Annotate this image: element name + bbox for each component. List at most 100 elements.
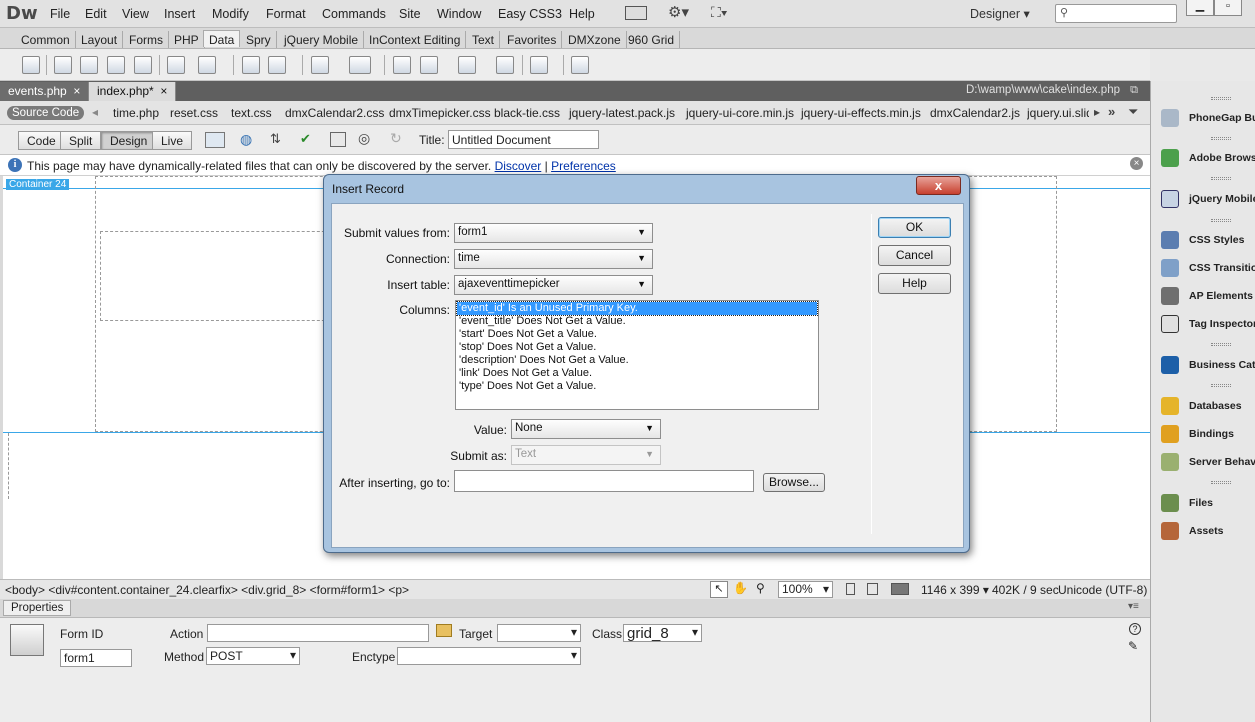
gear-icon[interactable]: ⚙▾ — [668, 3, 689, 21]
related-file[interactable]: time.php — [113, 106, 159, 120]
scroll-left-icon[interactable]: ◂ — [92, 105, 98, 119]
delete-icon[interactable] — [496, 56, 514, 74]
method-select[interactable]: POST — [206, 647, 300, 665]
panel-business-catalyst[interactable]: Business Cataly — [1151, 351, 1255, 379]
phone-size-icon[interactable] — [846, 583, 855, 595]
columns-list[interactable]: 'event_id' Is an Unused Primary Key. 'ev… — [455, 300, 819, 410]
panel-ap-elements[interactable]: AP Elements — [1151, 282, 1255, 310]
master-detail-icon[interactable] — [242, 56, 260, 74]
recordset-paging-icon[interactable] — [167, 56, 185, 74]
panel-css-styles[interactable]: CSS Styles — [1151, 226, 1255, 254]
restore-icon[interactable]: ⧉ — [1130, 84, 1138, 97]
tab-php[interactable]: PHP — [169, 31, 205, 48]
zoom-tool-icon[interactable]: ⚲ — [756, 581, 765, 595]
show-region-icon[interactable] — [134, 56, 152, 74]
preferences-link[interactable]: Preferences — [551, 159, 616, 173]
menu-file[interactable]: File — [50, 7, 70, 21]
class-select[interactable]: grid_8 — [623, 624, 702, 642]
panel-menu-icon[interactable]: ▾≡ — [1128, 601, 1139, 612]
code-view-button[interactable]: Code — [18, 131, 65, 150]
stored-procedure-icon[interactable] — [54, 56, 72, 74]
layout-icon[interactable] — [625, 6, 647, 20]
dynamic-data-icon[interactable] — [80, 56, 98, 74]
panel-databases[interactable]: Databases — [1151, 392, 1255, 420]
related-file[interactable]: jquery-ui-effects.min.js — [801, 106, 921, 120]
more-files-icon[interactable]: » — [1108, 104, 1115, 119]
live-view-button[interactable]: Live — [152, 131, 193, 150]
ok-button[interactable]: OK — [878, 217, 951, 238]
list-item[interactable]: 'link' Does Not Get a Value. — [457, 367, 817, 380]
target-select[interactable] — [497, 624, 581, 642]
related-file[interactable]: dmxCalendar2.css — [285, 106, 384, 120]
tab-dmxzone[interactable]: DMXzone — [563, 31, 627, 48]
display-record-count-icon[interactable] — [198, 56, 216, 74]
scroll-right-icon[interactable]: ▸ — [1094, 105, 1100, 119]
xslt-transformation-icon[interactable] — [420, 56, 438, 74]
cancel-button[interactable]: Cancel — [878, 245, 951, 266]
recordset-icon[interactable] — [22, 56, 40, 74]
related-file[interactable]: jquery-latest.pack.js — [569, 106, 675, 120]
users-icon[interactable] — [530, 56, 548, 74]
related-file[interactable]: text.css — [231, 106, 272, 120]
related-file[interactable]: jquery.ui.slid — [1027, 106, 1089, 120]
source-code-button[interactable]: Source Code — [7, 106, 85, 120]
help-button[interactable]: Help — [878, 273, 951, 294]
help-icon[interactable]: ? — [1129, 623, 1141, 635]
panel-jquery-mobile[interactable]: jQuery Mobile — [1151, 185, 1255, 213]
xml-data-icon[interactable] — [571, 56, 589, 74]
related-file[interactable]: jquery-ui-core.min.js — [686, 106, 794, 120]
tab-incontext-editing[interactable]: InContext Editing — [364, 31, 467, 48]
repeated-region-icon[interactable] — [107, 56, 125, 74]
menu-edit[interactable]: Edit — [85, 7, 107, 21]
list-item[interactable]: 'event_id' Is an Unused Primary Key. — [456, 301, 818, 316]
w3c-validation-icon[interactable]: ✔ — [300, 131, 311, 147]
check-browser-icon[interactable] — [330, 132, 346, 147]
related-file[interactable]: reset.css — [170, 106, 218, 120]
user-authentication-icon[interactable] — [393, 56, 411, 74]
doc-tab-index[interactable]: index.php* × — [89, 82, 177, 101]
menu-modify[interactable]: Modify — [212, 7, 249, 21]
menu-view[interactable]: View — [122, 7, 149, 21]
visual-aids-icon[interactable]: ◎ — [358, 130, 370, 147]
site-icon[interactable]: ⛶▾ — [711, 4, 728, 21]
edit-icon[interactable]: ✎ — [1128, 639, 1138, 653]
list-item[interactable]: 'start' Does Not Get a Value. — [457, 328, 817, 341]
search-input[interactable]: ⚲ — [1055, 4, 1177, 23]
discover-link[interactable]: Discover — [495, 159, 542, 173]
document-title-input[interactable]: Untitled Document — [448, 130, 599, 149]
maximize-button[interactable]: ▫ — [1214, 0, 1242, 16]
hand-tool-icon[interactable]: ✋ — [733, 581, 748, 595]
desktop-size-icon[interactable] — [891, 583, 909, 595]
browse-button[interactable]: Browse... — [763, 473, 825, 492]
tab-common[interactable]: Common — [16, 31, 76, 48]
window-size[interactable]: 1146 x 399 ▾ — [921, 583, 989, 597]
panel-bindings[interactable]: Bindings — [1151, 420, 1255, 448]
menu-window[interactable]: Window — [437, 7, 481, 21]
tab-spry[interactable]: Spry — [241, 31, 277, 48]
insert-table-select[interactable]: ajaxeventtimepicker ▼ — [454, 275, 653, 295]
zoom-select[interactable]: 100% — [778, 581, 833, 598]
preview-browser-icon[interactable]: ◍ — [240, 131, 252, 148]
panel-server-behaviors[interactable]: Server Behavio — [1151, 448, 1255, 476]
list-item[interactable]: 'type' Does Not Get a Value. — [457, 380, 817, 393]
related-file[interactable]: dmxCalendar2.js — [930, 106, 1020, 120]
tab-text[interactable]: Text — [467, 31, 501, 48]
action-input[interactable] — [207, 624, 429, 642]
list-item[interactable]: 'description' Does Not Get a Value. — [457, 354, 817, 367]
panel-tag-inspector[interactable]: Tag Inspector — [1151, 310, 1255, 338]
menu-format[interactable]: Format — [266, 7, 306, 21]
insert-record-icon[interactable] — [268, 56, 286, 74]
related-file[interactable]: dmxTimepicker.css — [389, 106, 491, 120]
dialog-close-button[interactable]: x — [916, 176, 961, 195]
folder-icon[interactable] — [436, 624, 452, 637]
refresh-icon[interactable]: ↻ — [390, 130, 402, 147]
after-inserting-input[interactable] — [454, 470, 754, 492]
update-record-icon[interactable] — [311, 56, 329, 74]
filter-icon[interactable]: ⏷ — [1128, 104, 1138, 120]
list-item[interactable]: 'stop' Does Not Get a Value. — [457, 341, 817, 354]
menu-site[interactable]: Site — [399, 7, 421, 21]
tag-selector[interactable]: <body> <div#content.container_24.clearfi… — [5, 583, 409, 597]
menu-insert[interactable]: Insert — [164, 7, 195, 21]
tab-favorites[interactable]: Favorites — [502, 31, 563, 48]
enctype-select[interactable] — [397, 647, 581, 665]
